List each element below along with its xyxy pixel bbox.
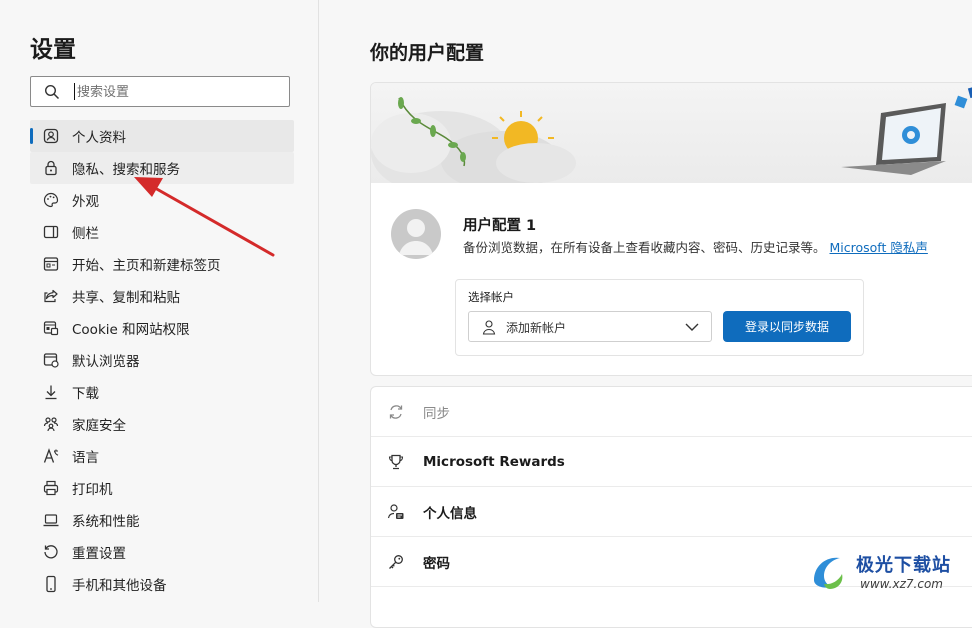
sidebar-item-languages[interactable]: 语言 xyxy=(30,440,294,472)
sidebar-item-label: 重置设置 xyxy=(72,546,126,562)
profile-banner xyxy=(371,83,972,195)
sidebar-item-phone[interactable]: 手机和其他设备 xyxy=(30,568,294,600)
sidebar-item-appearance[interactable]: 外观 xyxy=(30,184,294,216)
sidebar-item-label: 手机和其他设备 xyxy=(72,578,167,594)
sidebar-item-profile[interactable]: 个人资料 xyxy=(30,120,294,152)
account-dropdown[interactable]: 添加新帐户 xyxy=(468,311,712,342)
reset-icon xyxy=(44,545,58,559)
account-selector: 选择帐户 添加新帐户 登录以同步数据 xyxy=(455,279,864,356)
laptop-icon xyxy=(43,514,59,527)
search-input[interactable] xyxy=(75,81,279,103)
key-icon xyxy=(389,554,403,569)
profile-description-text: 备份浏览数据，在所有设备上查看收藏内容、密码、历史记录等。 xyxy=(463,240,826,255)
banner-illustration xyxy=(371,85,972,195)
sidebar-item-family-safety[interactable]: 家庭安全 xyxy=(30,408,294,440)
sidebar-item-label: 默认浏览器 xyxy=(72,354,140,370)
palette-icon xyxy=(43,192,59,208)
sidebar-icon xyxy=(43,225,59,239)
row-sync[interactable]: 同步 xyxy=(371,387,972,437)
row-label: 同步 xyxy=(423,405,450,422)
sidebar-item-sidebar[interactable]: 侧栏 xyxy=(30,216,294,248)
row-microsoft-rewards[interactable]: Microsoft Rewards xyxy=(371,437,972,487)
default-user-icon xyxy=(399,219,433,255)
phone-icon xyxy=(46,575,56,593)
lock-icon xyxy=(45,160,57,176)
language-icon xyxy=(43,448,59,463)
sidebar-item-label: 共享、复制和粘贴 xyxy=(72,290,180,306)
row-personal-info[interactable]: 个人信息 xyxy=(371,487,972,537)
sidebar-item-label: 个人资料 xyxy=(72,130,126,146)
sidebar-item-reset[interactable]: 重置设置 xyxy=(30,536,294,568)
watermark: 极光下载站 www.xz7.com xyxy=(808,548,968,598)
sidebar-item-downloads[interactable]: 下载 xyxy=(30,376,294,408)
browser-icon xyxy=(43,353,59,368)
watermark-url: www.xz7.com xyxy=(860,577,943,591)
profile-card: 用户配置 1 备份浏览数据，在所有设备上查看收藏内容、密码、历史记录等。 Mic… xyxy=(370,82,972,376)
row-label: 密码 xyxy=(423,555,450,572)
personal-info-icon xyxy=(387,503,404,519)
watermark-logo-icon xyxy=(814,557,843,589)
trophy-icon xyxy=(388,454,404,469)
cookie-icon xyxy=(43,321,59,336)
account-label: 选择帐户 xyxy=(468,290,514,304)
sidebar-item-printers[interactable]: 打印机 xyxy=(30,472,294,504)
sidebar-item-start-home[interactable]: 开始、主页和新建标签页 xyxy=(30,248,294,280)
sidebar-item-label: Cookie 和网站权限 xyxy=(72,322,190,338)
sidebar-nav: 个人资料 隐私、搜索和服务 外观 侧栏 开始、主页和新建标签页 共享、复制和粘贴… xyxy=(30,120,294,600)
privacy-statement-link[interactable]: Microsoft 隐私声 xyxy=(830,240,928,255)
chevron-down-icon xyxy=(685,323,699,331)
sidebar-item-label: 开始、主页和新建标签页 xyxy=(72,258,221,274)
sidebar-item-label: 外观 xyxy=(72,194,99,210)
profile-description: 备份浏览数据，在所有设备上查看收藏内容、密码、历史记录等。 Microsoft … xyxy=(463,237,928,256)
sidebar-item-default-browser[interactable]: 默认浏览器 xyxy=(30,344,294,376)
family-icon xyxy=(43,417,59,432)
watermark-name: 极光下载站 xyxy=(856,555,951,576)
search-icon xyxy=(44,84,60,100)
row-label: Microsoft Rewards xyxy=(423,453,565,470)
share-icon xyxy=(44,289,58,303)
sidebar-item-label: 家庭安全 xyxy=(72,418,126,434)
profile-name: 用户配置 1 xyxy=(463,218,537,234)
home-icon xyxy=(43,257,59,271)
sidebar-item-privacy[interactable]: 隐私、搜索和服务 xyxy=(30,152,294,184)
sidebar-item-label: 系统和性能 xyxy=(72,514,140,530)
sidebar-item-label: 语言 xyxy=(72,450,99,466)
sidebar-item-cookies[interactable]: Cookie 和网站权限 xyxy=(30,312,294,344)
sidebar-item-label: 下载 xyxy=(72,386,99,402)
printer-icon xyxy=(43,480,59,496)
person-icon xyxy=(482,320,496,335)
sidebar-title: 设置 xyxy=(30,37,76,63)
search-box[interactable] xyxy=(30,76,290,107)
avatar xyxy=(391,209,441,259)
profile-icon xyxy=(43,128,59,144)
sidebar-item-label: 隐私、搜索和服务 xyxy=(72,162,180,178)
page-title: 你的用户配置 xyxy=(370,42,485,64)
sign-in-sync-button[interactable]: 登录以同步数据 xyxy=(723,311,851,342)
download-icon xyxy=(45,385,57,400)
row-label: 个人信息 xyxy=(423,505,477,522)
sidebar-item-share[interactable]: 共享、复制和粘贴 xyxy=(30,280,294,312)
sync-icon xyxy=(389,404,403,419)
account-dropdown-value: 添加新帐户 xyxy=(506,321,567,335)
settings-sidebar: 设置 个人资料 隐私、搜索和服务 xyxy=(0,0,319,602)
sidebar-item-label: 侧栏 xyxy=(72,226,99,242)
sidebar-item-system[interactable]: 系统和性能 xyxy=(30,504,294,536)
sidebar-item-label: 打印机 xyxy=(72,482,113,498)
